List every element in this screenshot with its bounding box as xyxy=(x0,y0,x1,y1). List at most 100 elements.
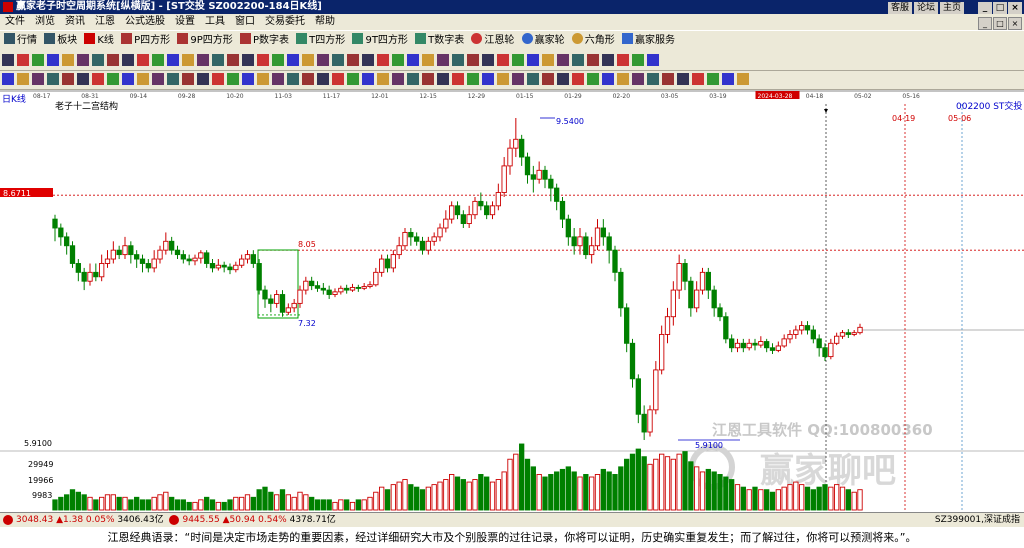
analysis-tool-icon[interactable] xyxy=(722,73,734,85)
analysis-tool-icon[interactable] xyxy=(707,73,719,85)
draw-tool-icon[interactable] xyxy=(317,54,329,66)
analysis-tool-icon[interactable] xyxy=(107,73,119,85)
link-forum[interactable]: 论坛 xyxy=(913,2,938,14)
minimize-button[interactable]: _ xyxy=(978,2,992,14)
tool-winner-wheel[interactable]: 赢家轮 xyxy=(521,31,565,51)
analysis-tool-icon[interactable] xyxy=(692,73,704,85)
analysis-tool-icon[interactable] xyxy=(317,73,329,85)
draw-tool-icon[interactable] xyxy=(17,54,29,66)
draw-tool-icon[interactable] xyxy=(527,54,539,66)
mdi-restore-button[interactable]: □ xyxy=(993,17,1007,30)
draw-tool-icon[interactable] xyxy=(647,54,659,66)
analysis-tool-icon[interactable] xyxy=(77,73,89,85)
draw-tool-icon[interactable] xyxy=(272,54,284,66)
analysis-tool-icon[interactable] xyxy=(437,73,449,85)
analysis-tool-icon[interactable] xyxy=(677,73,689,85)
draw-tool-icon[interactable] xyxy=(422,54,434,66)
draw-tool-icon[interactable] xyxy=(167,54,179,66)
draw-tool-icon[interactable] xyxy=(212,54,224,66)
menu-window[interactable]: 窗口 xyxy=(230,14,260,30)
menu-browse[interactable]: 浏览 xyxy=(30,14,60,30)
analysis-tool-icon[interactable] xyxy=(407,73,419,85)
draw-tool-icon[interactable] xyxy=(437,54,449,66)
menu-settings[interactable]: 设置 xyxy=(170,14,200,30)
tool-9p-square[interactable]: 9P四方形 xyxy=(177,31,233,51)
draw-tool-icon[interactable] xyxy=(467,54,479,66)
analysis-tool-icon[interactable] xyxy=(602,73,614,85)
analysis-tool-icon[interactable] xyxy=(662,73,674,85)
tool-gann-wheel[interactable]: 江恩轮 xyxy=(471,31,514,51)
link-service[interactable]: 客服 xyxy=(887,2,912,14)
draw-tool-icon[interactable] xyxy=(92,54,104,66)
menu-gann[interactable]: 江恩 xyxy=(90,14,120,30)
menu-file[interactable]: 文件 xyxy=(0,14,30,30)
analysis-tool-icon[interactable] xyxy=(497,73,509,85)
menu-help[interactable]: 帮助 xyxy=(310,14,340,30)
draw-tool-icon[interactable] xyxy=(332,54,344,66)
draw-tool-icon[interactable] xyxy=(617,54,629,66)
draw-tool-icon[interactable] xyxy=(362,54,374,66)
tool-t-table[interactable]: T数字表 xyxy=(415,31,464,51)
draw-tool-icon[interactable] xyxy=(242,54,254,66)
draw-tool-icon[interactable] xyxy=(602,54,614,66)
draw-tool-icon[interactable] xyxy=(182,54,194,66)
draw-tool-icon[interactable] xyxy=(482,54,494,66)
analysis-tool-icon[interactable] xyxy=(392,73,404,85)
maximize-button[interactable]: □ xyxy=(993,2,1007,14)
analysis-tool-icon[interactable] xyxy=(167,73,179,85)
tool-9t-square[interactable]: 9T四方形 xyxy=(352,31,408,51)
analysis-tool-icon[interactable] xyxy=(227,73,239,85)
analysis-tool-icon[interactable] xyxy=(527,73,539,85)
analysis-tool-icon[interactable] xyxy=(2,73,14,85)
analysis-tool-icon[interactable] xyxy=(272,73,284,85)
analysis-tool-icon[interactable] xyxy=(737,73,749,85)
draw-tool-icon[interactable] xyxy=(77,54,89,66)
draw-tool-icon[interactable] xyxy=(377,54,389,66)
draw-tool-icon[interactable] xyxy=(587,54,599,66)
analysis-tool-icon[interactable] xyxy=(92,73,104,85)
tool-p-table[interactable]: P数字表 xyxy=(239,31,289,51)
menu-tools[interactable]: 工具 xyxy=(200,14,230,30)
analysis-tool-icon[interactable] xyxy=(647,73,659,85)
draw-tool-icon[interactable] xyxy=(197,54,209,66)
analysis-tool-icon[interactable] xyxy=(62,73,74,85)
draw-tool-icon[interactable] xyxy=(152,54,164,66)
analysis-tool-icon[interactable] xyxy=(137,73,149,85)
draw-tool-icon[interactable] xyxy=(2,54,14,66)
tool-service[interactable]: 赢家服务 xyxy=(621,31,675,51)
close-button[interactable]: × xyxy=(1008,2,1022,14)
analysis-tool-icon[interactable] xyxy=(587,73,599,85)
mdi-close-button[interactable]: × xyxy=(1008,17,1022,30)
tool-kline[interactable]: K线 xyxy=(84,31,114,51)
draw-tool-icon[interactable] xyxy=(497,54,509,66)
analysis-tool-icon[interactable] xyxy=(542,73,554,85)
analysis-tool-icon[interactable] xyxy=(47,73,59,85)
draw-tool-icon[interactable] xyxy=(452,54,464,66)
analysis-tool-icon[interactable] xyxy=(452,73,464,85)
menu-formula[interactable]: 公式选股 xyxy=(120,14,170,30)
mdi-minimize-button[interactable]: _ xyxy=(978,17,992,30)
tool-sector[interactable]: 板块 xyxy=(44,31,77,51)
tool-hexagon[interactable]: 六角形 xyxy=(571,31,615,51)
draw-tool-icon[interactable] xyxy=(32,54,44,66)
analysis-tool-icon[interactable] xyxy=(152,73,164,85)
analysis-tool-icon[interactable] xyxy=(632,73,644,85)
sh-index-value[interactable]: 3048.43 xyxy=(16,515,53,525)
analysis-tool-icon[interactable] xyxy=(17,73,29,85)
analysis-tool-icon[interactable] xyxy=(302,73,314,85)
draw-tool-icon[interactable] xyxy=(302,54,314,66)
draw-tool-icon[interactable] xyxy=(347,54,359,66)
analysis-tool-icon[interactable] xyxy=(212,73,224,85)
draw-tool-icon[interactable] xyxy=(287,54,299,66)
draw-tool-icon[interactable] xyxy=(47,54,59,66)
draw-tool-icon[interactable] xyxy=(542,54,554,66)
draw-tool-icon[interactable] xyxy=(572,54,584,66)
tool-quote[interactable]: 行情 xyxy=(4,31,37,51)
analysis-tool-icon[interactable] xyxy=(482,73,494,85)
tool-t-square[interactable]: T四方形 xyxy=(296,31,345,51)
draw-tool-icon[interactable] xyxy=(407,54,419,66)
tool-p-square[interactable]: P四方形 xyxy=(121,31,170,51)
draw-tool-icon[interactable] xyxy=(392,54,404,66)
analysis-tool-icon[interactable] xyxy=(377,73,389,85)
analysis-tool-icon[interactable] xyxy=(287,73,299,85)
